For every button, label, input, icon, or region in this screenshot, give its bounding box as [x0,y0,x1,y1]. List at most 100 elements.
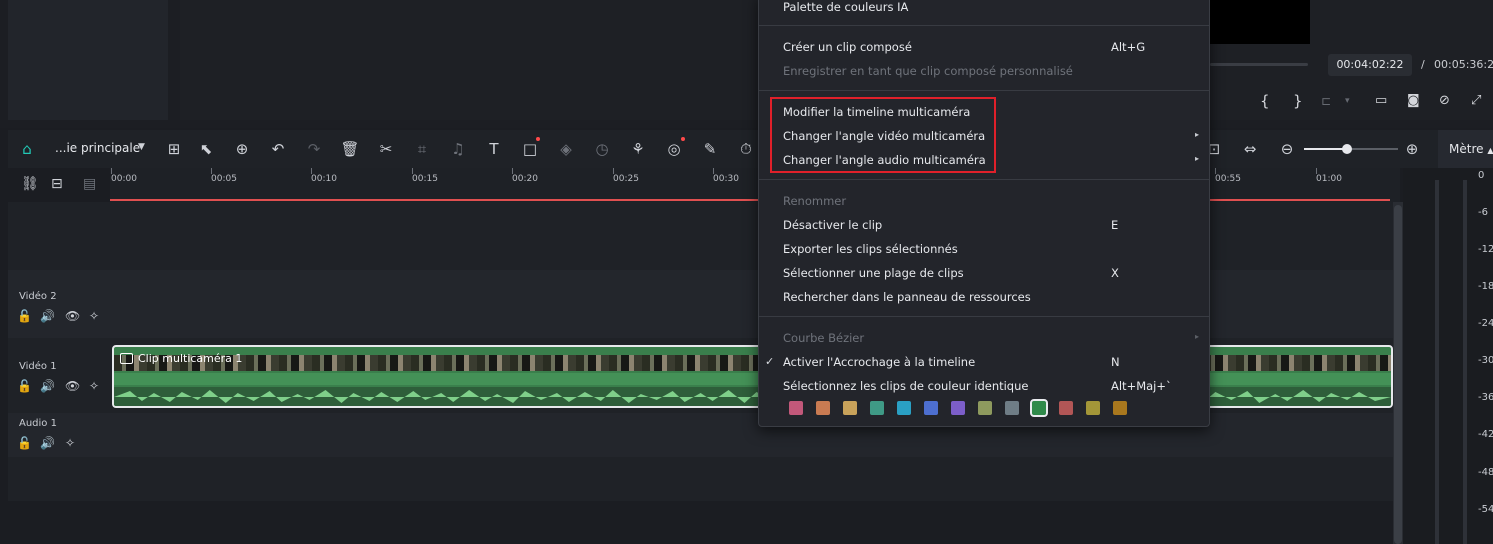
zoom-slider-handle[interactable] [1342,144,1352,154]
color-swatch[interactable] [897,401,911,415]
chevron-down-icon[interactable]: ▼ [138,142,145,152]
snapshot-icon[interactable]: ◙ [1407,90,1420,112]
color-swatch[interactable] [1005,401,1019,415]
menu-item-select-clip-range[interactable]: Sélectionner une plage de clips [783,266,964,280]
home-icon[interactable]: ⌂ [17,139,37,159]
track-controls-video-1: 🔓 🔊 👁 ✧ [17,379,107,395]
mask-icon[interactable]: ◈ [556,139,576,159]
grid-icon[interactable]: ⊞ [164,139,184,159]
undo-icon[interactable]: ↶ [268,139,288,159]
meter-label: 0 [1478,170,1485,181]
empty-track-row [8,457,1393,501]
insert-icon[interactable]: ⊏ [1321,90,1331,112]
color-swatch[interactable] [951,401,965,415]
color-swatch[interactable] [870,401,884,415]
volume-icon[interactable]: 🔊 [40,436,55,450]
shortcut-label: Alt+G [1111,40,1146,54]
lock-icon[interactable]: 🔓 [17,309,32,323]
ruler-tick: 00:10 [311,174,337,184]
current-time[interactable]: 00:04:02:22 [1328,54,1412,76]
menu-item-ai-palette[interactable]: Palette de couleurs IA [783,0,908,14]
context-menu: Palette de couleurs IA Créer un clip com… [758,0,1210,427]
color-swatch[interactable] [1030,399,1048,417]
ai-tool-icon[interactable]: ◎ [664,139,684,159]
timeline-scrollbar-thumb[interactable] [1394,205,1402,544]
text-icon[interactable]: T [484,139,504,159]
multicam-icon [120,353,133,364]
chevron-right-icon: ▸ [1195,332,1200,341]
volume-icon[interactable]: 🔊 [40,379,55,393]
color-swatch[interactable] [978,401,992,415]
redo-icon[interactable]: ↷ [304,139,324,159]
cut-icon[interactable]: ✂ [376,139,396,159]
shortcut-label: E [1111,218,1119,232]
magic-icon[interactable]: ✧ [89,309,99,323]
color-swatch[interactable] [843,401,857,415]
menu-item-find-in-resources[interactable]: Rechercher dans le panneau de ressources [783,290,1031,304]
magic-icon[interactable]: ✧ [65,436,75,450]
link-icon[interactable]: ⛓ [21,176,39,192]
meter-label: -30 [1478,355,1493,366]
menu-item-disable-clip[interactable]: Désactiver le clip [783,218,882,232]
preview-progress-bar[interactable] [1210,63,1308,66]
color-swatch[interactable] [816,401,830,415]
track-tools: ⛓ ⊟ ▤ [8,168,110,202]
track-manage-icon[interactable]: ▤ [83,176,96,192]
crop-icon[interactable]: ⌗ [412,139,432,159]
chevron-down-icon[interactable]: ▾ [1345,90,1350,112]
menu-item-select-same-color-clips[interactable]: Sélectionnez les clips de couleur identi… [783,379,1028,393]
fit-icon[interactable]: ⇔ [1240,139,1260,159]
track-label-audio-1: Audio 1 [19,418,57,429]
work-area-line [110,199,760,201]
timeline-name[interactable]: ...ie principale [55,141,140,155]
select-tool-icon[interactable]: ⬉ [196,139,216,159]
color-icon[interactable]: ⚘ [628,139,648,159]
chevron-right-icon: ▸ [1195,130,1200,139]
color-swatch[interactable] [924,401,938,415]
magic-icon[interactable]: ✧ [89,379,99,393]
menu-item-timeline-snapping[interactable]: Activer l'Accrochage à la timeline [783,355,975,369]
mark-in-icon[interactable]: { [1260,90,1270,112]
color-swatch[interactable] [789,401,803,415]
color-swatch[interactable] [1059,401,1073,415]
lock-icon[interactable]: 🔓 [17,379,32,393]
eye-icon[interactable]: 👁 [65,379,80,393]
menu-item-export-clips[interactable]: Exporter les clips sélectionnés [783,242,958,256]
zoom-in-icon[interactable]: ⊕ [1402,139,1422,159]
shortcut-label: N [1111,355,1120,369]
menu-item-bezier-curve: Courbe Bézier [783,331,865,345]
add-marker-icon[interactable]: ⊕ [232,139,252,159]
track-controls-audio-1: 🔓 🔊 ✧ [17,436,107,452]
mute-preview-icon[interactable]: ⊘ [1439,90,1450,112]
eye-icon[interactable]: 👁 [65,309,80,323]
volume-icon[interactable]: 🔊 [40,309,55,323]
zoom-out-icon[interactable]: ⊖ [1277,139,1297,159]
group-icon[interactable]: ⊟ [51,176,63,192]
mark-out-icon[interactable]: } [1293,90,1303,112]
shape-icon[interactable]: □ [520,139,540,159]
timeline-toolbar: ⌂ ...ie principale ▼ ⊞ ⬉ ⊕ ↶ ↷ 🗑 ✂ ⌗ ♫ T… [8,130,1438,168]
work-area-line [1210,199,1390,201]
color-swatch[interactable] [1086,401,1100,415]
ruler-tick: 00:55 [1215,174,1241,184]
zoom-slider-fill [1304,148,1347,150]
speed-icon[interactable]: ◷ [592,139,612,159]
audio-tool-icon[interactable]: ♫ [448,139,468,159]
delete-icon[interactable]: 🗑 [340,139,360,159]
lock-icon[interactable]: 🔓 [17,436,32,450]
timer-icon[interactable]: ⏱ [736,139,756,159]
meter-label: -54 [1478,504,1493,515]
fullscreen-icon[interactable]: ⤢ [1471,90,1481,112]
menu-separator [759,90,1209,91]
ruler-tick: 00:05 [211,174,237,184]
menu-item-create-compound-clip[interactable]: Créer un clip composé [783,40,912,54]
preview-controls: { } ⊏ ▾ ▭ ◙ ⊘ ⤢ [1255,90,1493,112]
color-swatch[interactable] [1113,401,1127,415]
menu-item-rename: Renommer [783,194,847,208]
ai-edit-icon[interactable]: ✎ [700,139,720,159]
meter-tab[interactable]: Mètre ▲ [1438,130,1493,168]
notification-dot [681,137,685,141]
meter-label: -42 [1478,429,1493,440]
meter-label: -12 [1478,244,1493,255]
monitor-icon[interactable]: ▭ [1375,90,1387,112]
